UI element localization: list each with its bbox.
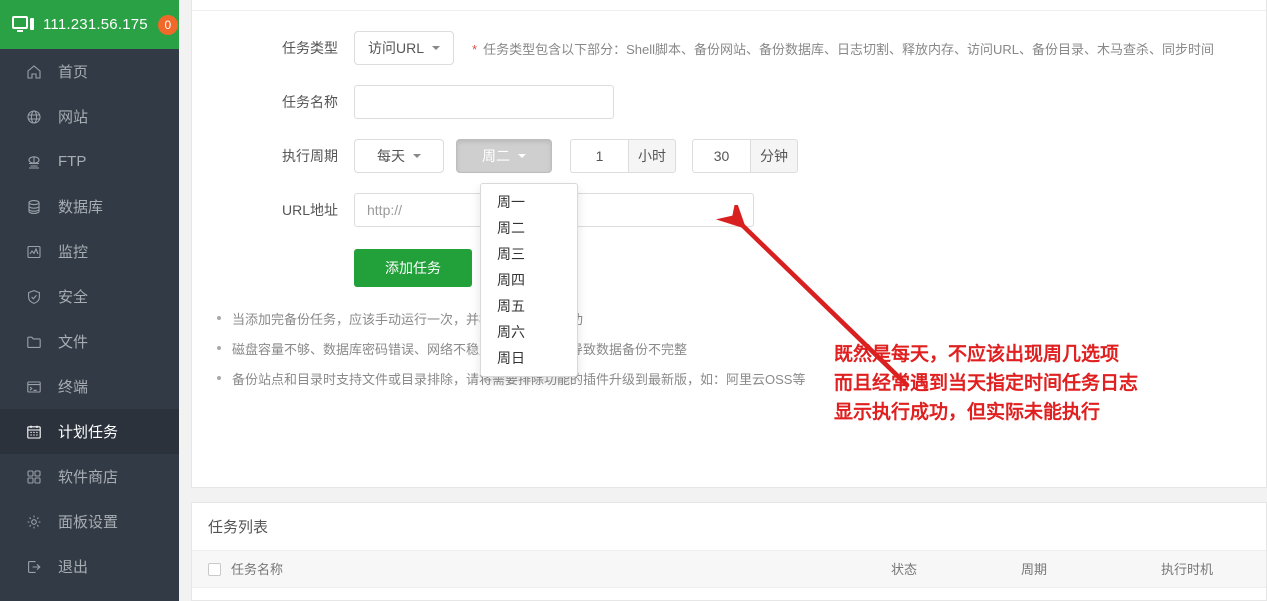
form-row-submit: 添加任务 xyxy=(192,249,1266,287)
sidebar-item-label: 退出 xyxy=(58,559,89,576)
period-minute-input[interactable] xyxy=(692,139,750,173)
server-ip-label: 111.231.56.175 xyxy=(43,16,148,33)
task-table: 任务名称 状态 周期 执行时机 xyxy=(192,551,1266,588)
sidebar-item-ftp[interactable]: FTP xyxy=(0,139,179,184)
period-minute-addon: 分钟 xyxy=(750,139,798,173)
period-label: 执行周期 xyxy=(282,148,338,164)
annotation-text: 既然是每天，不应该出现周几选项 而且经常遇到当天指定时间任务日志 显示执行成功，… xyxy=(834,340,1138,427)
period-minute-group: 分钟 xyxy=(692,139,798,173)
column-header-task-name[interactable]: 任务名称 xyxy=(230,551,890,588)
select-all-cell[interactable] xyxy=(192,551,230,588)
menu-item-weekday[interactable]: 周四 xyxy=(481,267,577,293)
menu-item-weekday[interactable]: 周五 xyxy=(481,293,577,319)
sidebar-item-security[interactable]: 安全 xyxy=(0,274,179,319)
sidebar-item-cron[interactable]: 计划任务 xyxy=(0,409,179,454)
add-task-button[interactable]: 添加任务 xyxy=(354,249,472,287)
column-header-period[interactable]: 周期 xyxy=(1020,551,1160,588)
chevron-down-icon xyxy=(518,154,526,158)
globe-icon xyxy=(26,109,48,125)
form-row-task-name: 任务名称 xyxy=(192,85,1266,119)
ftp-icon xyxy=(26,154,48,170)
shield-icon xyxy=(26,289,48,305)
chevron-down-icon xyxy=(413,154,421,158)
database-icon xyxy=(26,199,48,215)
calendar-icon xyxy=(26,424,48,440)
task-list-panel: 任务列表 任务名称 状态 周期 执行时机 xyxy=(191,502,1267,601)
url-label: URL地址 xyxy=(281,202,338,218)
task-type-hint-text: 任务类型包含以下部分：Shell脚本、备份网站、备份数据库、日志切割、释放内存、… xyxy=(483,41,1214,57)
annotation-line: 既然是每天，不应该出现周几选项 xyxy=(834,344,1120,365)
terminal-icon xyxy=(26,379,48,395)
logout-icon xyxy=(26,559,48,575)
form-row-period: 执行周期 每天 周二 小时 分钟 xyxy=(192,139,1266,173)
menu-item-weekday[interactable]: 周二 xyxy=(481,215,577,241)
period-cycle-value: 每天 xyxy=(377,148,405,164)
select-all-checkbox[interactable] xyxy=(208,563,221,577)
sidebar-item-label: 终端 xyxy=(58,379,89,396)
add-task-panel-title: 添加任务 xyxy=(192,0,1266,11)
list-item: 当添加完备份任务，应该手动运行一次，并检查是否备份成功 xyxy=(214,309,1266,328)
period-weekday-value: 周二 xyxy=(482,148,510,164)
weekday-dropdown-menu[interactable]: 周一 周二 周三 周四 周五 周六 周日 xyxy=(480,183,578,377)
menu-item-weekday[interactable]: 周六 xyxy=(481,319,577,345)
menu-item-weekday[interactable]: 周三 xyxy=(481,241,577,267)
task-name-input[interactable] xyxy=(354,85,614,119)
period-weekday-select[interactable]: 周二 xyxy=(456,139,552,173)
sidebar: 111.231.56.175 0 首页 网站 FTP 数据库 监控 安全 文件 … xyxy=(0,0,179,601)
task-list-title: 任务列表 xyxy=(192,503,1266,551)
sidebar-item-website[interactable]: 网站 xyxy=(0,94,179,139)
period-hour-addon: 小时 xyxy=(628,139,676,173)
sidebar-item-label: 网站 xyxy=(58,109,89,126)
sidebar-item-settings[interactable]: 面板设置 xyxy=(0,499,179,544)
sidebar-item-label: FTP xyxy=(58,153,87,170)
sidebar-item-home[interactable]: 首页 xyxy=(0,49,179,94)
sidebar-item-label: 软件商店 xyxy=(58,469,119,486)
task-type-select[interactable]: 访问URL xyxy=(354,31,455,65)
task-name-label: 任务名称 xyxy=(282,94,338,110)
form-row-url: URL地址 xyxy=(192,193,1266,227)
monitor-icon xyxy=(12,15,34,34)
period-hour-group: 小时 xyxy=(570,139,676,173)
sidebar-item-label: 安全 xyxy=(58,289,89,306)
annotation-line: 显示执行成功，但实际未能执行 xyxy=(834,402,1101,423)
sidebar-item-label: 文件 xyxy=(58,334,89,351)
period-hour-input[interactable] xyxy=(570,139,628,173)
form-row-task-type: 任务类型 访问URL * 任务类型包含以下部分：Shell脚本、备份网站、备份数据… xyxy=(192,31,1266,65)
column-header-exec-time[interactable]: 执行时机 xyxy=(1160,551,1266,588)
sidebar-item-logout[interactable]: 退出 xyxy=(0,544,179,589)
sidebar-item-files[interactable]: 文件 xyxy=(0,319,179,364)
monitor-chart-icon xyxy=(26,244,48,260)
menu-item-weekday[interactable]: 周一 xyxy=(481,189,577,215)
column-header-status[interactable]: 状态 xyxy=(890,551,1020,588)
notification-badge[interactable]: 0 xyxy=(157,14,178,35)
period-cycle-select[interactable]: 每天 xyxy=(354,139,444,173)
sidebar-item-database[interactable]: 数据库 xyxy=(0,184,179,229)
sidebar-item-label: 监控 xyxy=(58,244,89,261)
app-root: 111.231.56.175 0 首页 网站 FTP 数据库 监控 安全 文件 … xyxy=(0,0,1267,601)
sidebar-item-monitor[interactable]: 监控 xyxy=(0,229,179,274)
sidebar-item-appstore[interactable]: 软件商店 xyxy=(0,454,179,499)
sidebar-header[interactable]: 111.231.56.175 0 xyxy=(0,0,179,49)
annotation-line: 而且经常遇到当天指定时间任务日志 xyxy=(834,373,1139,394)
task-type-hint: * 任务类型包含以下部分：Shell脚本、备份网站、备份数据库、日志切割、释放内存… xyxy=(472,39,1214,58)
table-header-row: 任务名称 状态 周期 执行时机 xyxy=(192,551,1266,588)
task-type-label: 任务类型 xyxy=(282,40,338,56)
folder-icon xyxy=(26,334,48,350)
chevron-down-icon xyxy=(432,46,441,50)
sidebar-item-label: 面板设置 xyxy=(58,514,119,531)
grid-icon xyxy=(26,469,48,485)
menu-item-weekday[interactable]: 周日 xyxy=(481,345,577,371)
sidebar-item-label: 计划任务 xyxy=(58,424,119,441)
sidebar-item-label: 首页 xyxy=(58,64,89,81)
sidebar-item-label: 数据库 xyxy=(58,199,104,216)
task-type-select-value: 访问URL xyxy=(368,40,425,56)
gear-icon xyxy=(26,514,48,530)
main-content: 添加任务 任务类型 访问URL * 任务类型包含以下部分：Shell脚本、备份网站… xyxy=(179,0,1267,601)
required-asterisk: * xyxy=(472,41,478,57)
sidebar-item-terminal[interactable]: 终端 xyxy=(0,364,179,409)
home-icon xyxy=(26,64,48,80)
